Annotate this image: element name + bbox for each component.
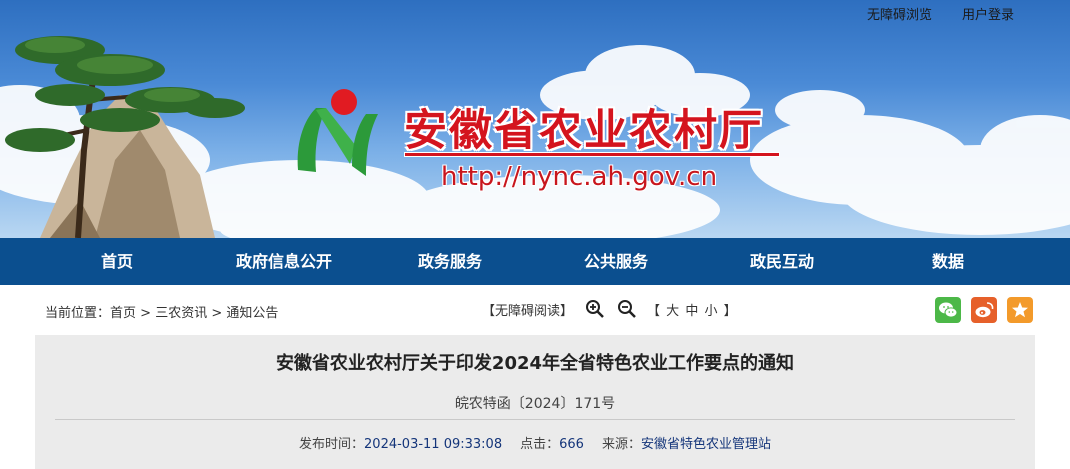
user-login-link[interactable]: 用户登录 [962, 4, 1014, 23]
breadcrumb-prefix: 当前位置： [45, 306, 111, 321]
article-meta: 发布时间：2024-03-11 09:33:08 点击：666 来源：安徽省特色农业… [35, 433, 1035, 452]
zoom-in-icon[interactable] [585, 299, 605, 319]
font-size-group: 【 大 中 小 】 [647, 300, 738, 319]
share-wechat-button[interactable] [935, 297, 961, 323]
breadcrumb-separator: > [207, 306, 227, 321]
nav-gov-info[interactable]: 政府信息公开 [236, 238, 332, 285]
click-count: 666 [559, 437, 584, 452]
main-nav: 首页 政府信息公开 政务服务 公共服务 政民互动 数据 [0, 238, 1070, 285]
wechat-icon [935, 297, 961, 323]
size-bracket-close: 】 [723, 303, 738, 319]
breadcrumb-notices[interactable]: 通知公告 [226, 306, 278, 321]
publish-time-label: 发布时间： [299, 437, 365, 452]
share-weibo-button[interactable] [971, 297, 997, 323]
document-number: 皖农特函〔2024〕171号 [454, 396, 616, 412]
font-size-medium[interactable]: 中 [685, 304, 699, 319]
add-favorite-button[interactable] [1007, 297, 1033, 323]
nav-interaction[interactable]: 政民互动 [750, 238, 814, 285]
accessible-read-button[interactable]: 【无障碍阅读】 [482, 300, 573, 319]
nav-home[interactable]: 首页 [101, 238, 133, 285]
article-header: 安徽省农业农村厅关于印发2024年全省特色农业工作要点的通知 皖农特函〔2024… [35, 335, 1035, 469]
divider [55, 419, 1015, 420]
reading-tools: 【无障碍阅读】 【 大 中 小 】 [482, 299, 738, 319]
size-bracket-open: 【 [647, 303, 662, 319]
top-links: 无障碍浏览 用户登录 [867, 4, 1014, 23]
article-source[interactable]: 安徽省特色农业管理站 [641, 437, 771, 452]
article-title: 安徽省农业农村厅关于印发2024年全省特色农业工作要点的通知 [275, 353, 795, 374]
ministry-logo-icon [297, 89, 378, 176]
nav-data[interactable]: 数据 [932, 238, 964, 285]
font-size-large[interactable]: 大 [666, 304, 680, 319]
title-underline [405, 153, 779, 156]
nav-public-services[interactable]: 公共服务 [584, 238, 648, 285]
zoom-out-icon[interactable] [617, 299, 637, 319]
star-icon [1007, 297, 1033, 323]
accessible-browse-link[interactable]: 无障碍浏览 [867, 4, 932, 23]
site-title: 安徽省农业农村厅 [404, 106, 764, 156]
article-toolbar: 当前位置：首页 > 三农资讯 > 通知公告 【无障碍阅读】 【 大 中 小 】 [0, 285, 1070, 335]
clicks-label: 点击： [520, 437, 560, 452]
site-url: http://nync.ah.gov.cn [441, 162, 718, 192]
breadcrumb-separator: > [136, 306, 156, 321]
source-label: 来源： [601, 437, 641, 452]
site-banner: 无障碍浏览 用户登录 安徽省农业农村厅 http://nync.ah.gov.c… [0, 0, 1070, 238]
breadcrumb: 当前位置：首页 > 三农资讯 > 通知公告 [45, 302, 278, 321]
font-size-small[interactable]: 小 [704, 304, 718, 319]
breadcrumb-home[interactable]: 首页 [110, 306, 136, 321]
weibo-icon [971, 297, 997, 323]
breadcrumb-news[interactable]: 三农资讯 [155, 306, 207, 321]
publish-time: 2024-03-11 09:33:08 [364, 437, 503, 452]
nav-gov-services[interactable]: 政务服务 [418, 238, 482, 285]
